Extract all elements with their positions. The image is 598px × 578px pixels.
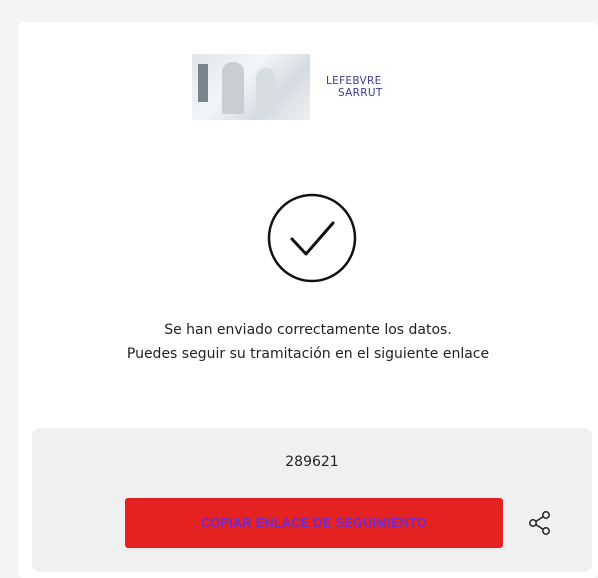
check-circle-icon xyxy=(267,193,357,283)
copy-tracking-link-label: COPIAR ENLACE DE SEGUIMIENTO xyxy=(200,516,428,530)
company-logo: LEFEBVRE SARRUT xyxy=(326,75,383,99)
copy-tracking-link-button[interactable]: COPIAR ENLACE DE SEGUIMIENTO xyxy=(125,498,503,548)
logo-line-2: SARRUT xyxy=(338,87,383,99)
tracking-code: 289621 xyxy=(285,454,339,470)
logo-line-1: LEFEBVRE xyxy=(326,75,382,87)
tracking-panel: 289621 COPIAR ENLACE DE SEGUIMIENTO xyxy=(32,428,592,572)
success-message-line-1: Se han enviado correctamente los datos. xyxy=(164,322,452,338)
success-message: Se han enviado correctamente los datos. … xyxy=(18,318,598,366)
banner-photo xyxy=(192,54,310,120)
lefebvre-sarrut-banner: LEFEBVRE SARRUT xyxy=(192,54,412,120)
share-icon[interactable] xyxy=(527,510,553,536)
confirmation-card: LEFEBVRE SARRUT Se han enviado correctam… xyxy=(18,22,598,578)
success-message-line-2: Puedes seguir su tramitación en el sigui… xyxy=(126,346,490,362)
